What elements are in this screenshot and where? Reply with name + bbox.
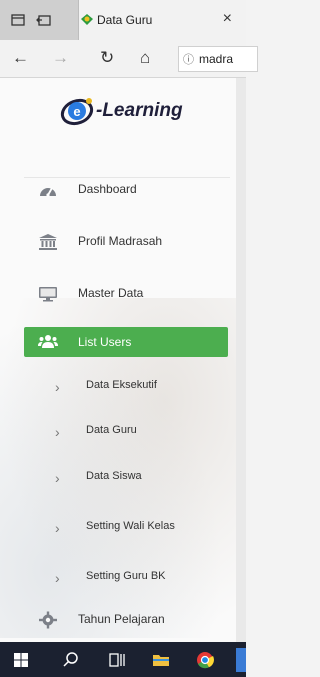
sidebar-item-dashboard[interactable]: Dashboard [0,172,236,208]
submenu-item-data-siswa[interactable]: › Data Siswa [0,462,236,492]
set-tabs-aside-icon[interactable] [36,12,52,28]
browser-tab-bar: Data Guru × [0,0,246,40]
speedometer-icon [40,187,56,197]
search-icon[interactable] [62,651,80,669]
sidebar-item-profil-madrasah[interactable]: Profil Madrasah [0,224,236,260]
institution-icon [39,234,57,250]
monitor-icon [39,287,57,302]
sidebar-item-label: Master Data [78,286,144,300]
windows-taskbar [0,642,246,677]
submenu-item-setting-wali-kelas[interactable]: › Setting Wali Kelas [0,512,236,542]
chevron-right-icon: › [55,570,60,586]
submenu-item-label: Data Guru [86,424,137,436]
url-text: madra [199,52,234,66]
chrome-icon[interactable] [196,651,214,669]
sidebar: e -Learning Dashboard Profil Madrasah Ma… [0,78,236,642]
tab-close-button[interactable]: × [223,10,232,28]
logo-text: -Learning [96,100,183,121]
sidebar-item-label: Profil Madrasah [78,234,163,248]
sidebar-item-list-users[interactable]: List Users [24,327,228,357]
chevron-right-icon: › [55,424,60,440]
favicon-icon [81,14,93,25]
sidebar-item-master-data[interactable]: Master Data [0,276,236,312]
back-button[interactable]: ← [12,49,29,67]
chevron-right-icon: › [55,520,60,536]
sidebar-item-label: Dashboard [78,182,137,196]
gear-icon [39,611,57,629]
submenu-item-data-eksekutif[interactable]: › Data Eksekutif [0,371,236,401]
windows-start-icon[interactable] [12,651,30,669]
submenu-item-setting-guru-bk[interactable]: › Setting Guru BK [0,562,236,592]
site-info-icon[interactable]: ⓘ [183,51,194,67]
svg-text:e: e [73,104,80,119]
browser-nav-bar: ← → ↻ ⌂ ⓘ madra [0,40,258,78]
submenu-item-data-guru[interactable]: › Data Guru [0,416,236,446]
browser-tab[interactable]: Data Guru × [78,0,246,40]
sidebar-item-tahun-pelajaran[interactable]: Tahun Pelajaran [0,602,236,638]
tab-actions-icon[interactable] [10,12,26,28]
task-view-icon[interactable] [108,651,126,669]
chevron-right-icon: › [55,379,60,395]
submenu-item-label: Setting Guru BK [86,570,166,582]
taskbar-app-icon[interactable] [236,648,246,672]
sidebar-item-label: List Users [78,335,132,349]
home-button[interactable]: ⌂ [140,49,150,67]
users-icon [38,335,58,348]
sidebar-item-label: Tahun Pelajaran [78,612,165,626]
page-content-edge [236,78,246,642]
refresh-button[interactable]: ↻ [100,49,114,67]
submenu-item-label: Setting Wali Kelas [86,520,175,532]
forward-button[interactable]: → [52,49,69,67]
address-bar[interactable]: ⓘ madra [178,46,258,72]
submenu-item-label: Data Siswa [86,470,142,482]
chevron-right-icon: › [55,470,60,486]
tab-title: Data Guru [97,13,153,27]
e-learning-logo-icon: e [60,98,94,126]
file-explorer-icon[interactable] [152,651,170,669]
submenu-item-label: Data Eksekutif [86,379,157,391]
logo[interactable]: e -Learning [60,92,200,132]
